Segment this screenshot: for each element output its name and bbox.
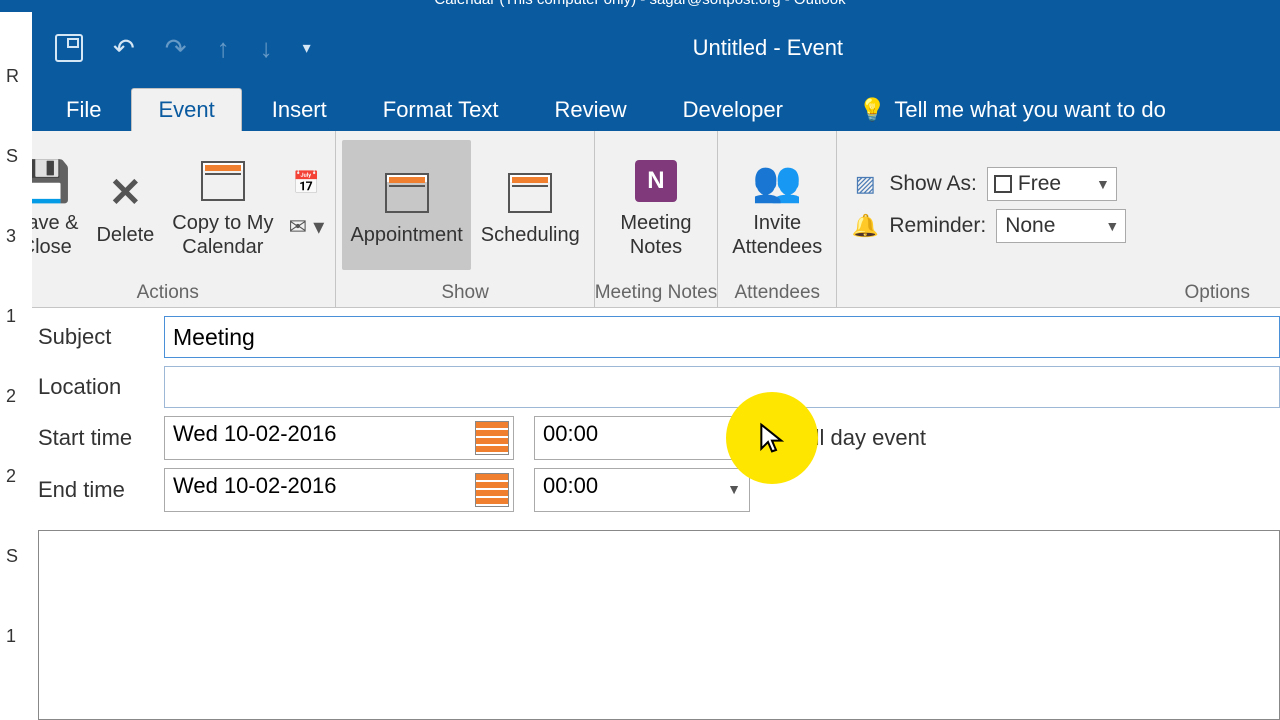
show-as-dropdown[interactable]: Free ▼ <box>987 167 1117 201</box>
reminder-bell-icon: 🔔 <box>851 212 879 240</box>
scheduling-icon <box>508 163 552 223</box>
scheduling-button[interactable]: Scheduling <box>473 140 588 270</box>
window-title: Untitled - Event <box>693 35 843 61</box>
actions-group-label: Actions <box>0 279 335 307</box>
end-time-value: 00:00 <box>543 473 598 498</box>
event-form: Subject Location Start time Wed 10-02-20… <box>0 308 1280 720</box>
meeting-notes-label: Meeting Notes <box>620 211 691 259</box>
ribbon-group-attendees: 👥 Invite Attendees Attendees <box>718 131 837 307</box>
ribbon-group-show: Appointment Scheduling Show <box>336 131 594 307</box>
show-as-icon: ▨ <box>851 170 879 198</box>
chevron-down-icon: ▼ <box>727 481 741 497</box>
location-label: Location <box>38 374 164 400</box>
invite-attendees-button[interactable]: 👥 Invite Attendees <box>724 140 830 270</box>
next-item-icon[interactable]: ↓ <box>260 33 273 64</box>
undo-icon[interactable]: ↶ <box>113 33 135 64</box>
location-input[interactable] <box>164 366 1280 408</box>
ribbon: 💾 Save & Close ✕ Delete Copy to My Calen… <box>0 131 1280 308</box>
copy-calendar-icon <box>201 151 245 211</box>
ribbon-tabs: File Event Insert Format Text Review Dev… <box>0 84 1280 131</box>
show-group-label: Show <box>336 279 593 307</box>
chevron-down-icon: ▼ <box>1105 218 1119 234</box>
tutorial-highlight <box>726 392 818 484</box>
outlook-titlebar: Calendar (This computer only) - sagar@so… <box>0 0 1280 12</box>
end-date-value: Wed 10-02-2016 <box>173 473 337 498</box>
end-date-picker-icon[interactable] <box>475 473 509 507</box>
end-date-input[interactable]: Wed 10-02-2016 <box>164 468 514 512</box>
reminder-value: None <box>1005 214 1055 237</box>
reminder-dropdown[interactable]: None ▼ <box>996 209 1126 243</box>
ribbon-group-actions: 💾 Save & Close ✕ Delete Copy to My Calen… <box>0 131 336 307</box>
options-group-label: Options <box>837 279 1280 307</box>
attendees-group-label: Attendees <box>718 279 836 307</box>
forward-small-icon[interactable]: ✉ ▾ <box>287 208 325 246</box>
copy-to-calendar-button[interactable]: Copy to My Calendar <box>164 140 281 270</box>
end-time-label: End time <box>38 477 164 503</box>
delete-icon: ✕ <box>109 163 143 223</box>
all-day-label: All day event <box>800 425 926 451</box>
bulb-icon: 💡 <box>859 97 886 123</box>
tab-file[interactable]: File <box>40 89 127 131</box>
subject-label: Subject <box>38 324 164 350</box>
background-calendar-edge: RS3122S1 <box>0 12 32 720</box>
quick-access-toolbar: ↶ ↷ ↑ ↓ ▾ Untitled - Event <box>0 12 1280 84</box>
end-time-input[interactable]: 00:00 ▼ <box>534 468 750 512</box>
tab-insert[interactable]: Insert <box>246 89 353 131</box>
meeting-notes-button[interactable]: N Meeting Notes <box>612 140 699 270</box>
tab-event[interactable]: Event <box>131 88 241 131</box>
start-date-input[interactable]: Wed 10-02-2016 <box>164 416 514 460</box>
ribbon-group-options: ▨ Show As: Free ▼ 🔔 Reminder: None ▼ <box>837 131 1280 307</box>
show-as-value: Free <box>1018 172 1061 195</box>
appointment-icon <box>385 163 429 223</box>
tell-me-label: Tell me what you want to do <box>894 97 1165 123</box>
reminder-label: Reminder: <box>889 214 986 238</box>
tab-review[interactable]: Review <box>529 89 653 131</box>
cursor-icon <box>756 422 788 454</box>
event-body-textarea[interactable] <box>38 530 1280 720</box>
copy-calendar-label: Copy to My Calendar <box>172 211 273 259</box>
tab-format-text[interactable]: Format Text <box>357 89 525 131</box>
scheduling-label: Scheduling <box>481 223 580 247</box>
appointment-label: Appointment <box>350 223 462 247</box>
appointment-button[interactable]: Appointment <box>342 140 470 270</box>
start-date-picker-icon[interactable] <box>475 421 509 455</box>
start-date-value: Wed 10-02-2016 <box>173 421 337 446</box>
people-icon: 👥 <box>752 151 802 211</box>
ribbon-group-meeting-notes: N Meeting Notes Meeting Notes <box>595 131 719 307</box>
qat-customize-icon[interactable]: ▾ <box>303 38 311 58</box>
start-time-value: 00:00 <box>543 421 598 446</box>
chevron-down-icon: ▼ <box>1096 176 1110 192</box>
delete-button[interactable]: ✕ Delete <box>88 140 162 270</box>
previous-item-icon[interactable]: ↑ <box>217 33 230 64</box>
start-time-label: Start time <box>38 425 164 451</box>
redo-icon[interactable]: ↷ <box>165 33 187 64</box>
invite-attendees-label: Invite Attendees <box>732 211 822 259</box>
tell-me-search[interactable]: 💡 Tell me what you want to do <box>833 89 1192 131</box>
onenote-icon: N <box>635 151 677 211</box>
save-icon[interactable] <box>55 34 83 62</box>
calendar-small-icon[interactable]: 📅 <box>287 164 325 202</box>
meeting-notes-group-label: Meeting Notes <box>595 279 718 307</box>
tab-developer[interactable]: Developer <box>657 89 809 131</box>
delete-label: Delete <box>96 223 154 247</box>
start-time-input[interactable]: 00:00 ▼ <box>534 416 750 460</box>
show-as-label: Show As: <box>889 172 977 196</box>
subject-input[interactable] <box>164 316 1280 358</box>
